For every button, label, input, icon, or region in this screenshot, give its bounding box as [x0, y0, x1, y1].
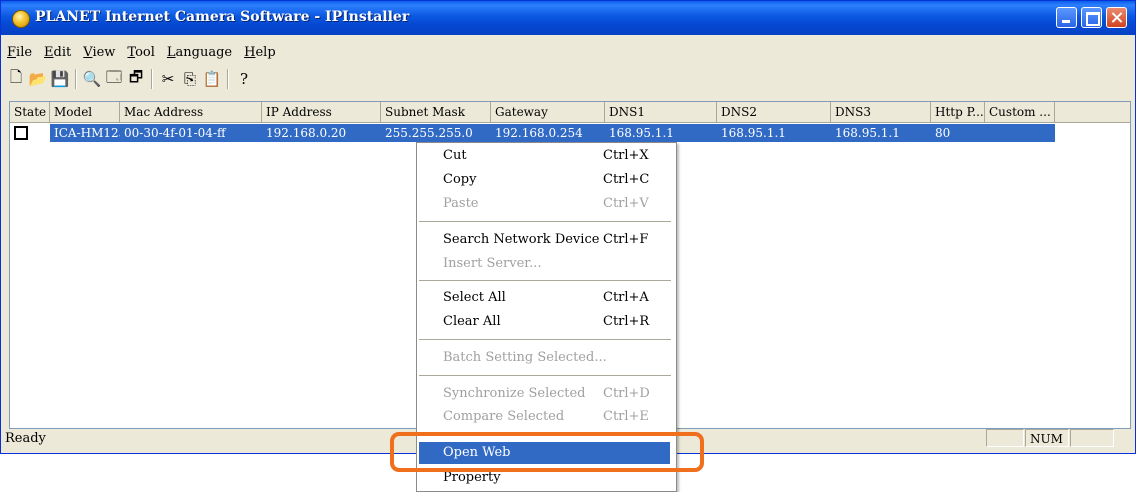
cell-subnet: 255.255.255.0 [381, 124, 491, 142]
cell-ip: 192.168.0.20 [262, 124, 381, 142]
window-title: PLANET Internet Camera Software - IPInst… [35, 9, 410, 25]
state-checkbox[interactable] [14, 126, 28, 140]
menu-item-insert-server[interactable]: Insert Server... [417, 253, 676, 275]
menu-item-clear-all[interactable]: Clear All Ctrl+R [417, 311, 676, 333]
toolbar-separator [227, 69, 229, 89]
column-header-ip[interactable]: IP Address [262, 102, 381, 122]
toolbar: 🗋 📂 💾 🔍 🗔 🗗 ✂ ⎘ 📋 ? [5, 67, 255, 91]
table-row[interactable]: ICA-HM125 00-30-4f-01-04-ff 192.168.0.20… [10, 124, 1055, 142]
menu-separator [419, 339, 671, 340]
remove-server-icon[interactable]: 🗗 [125, 68, 147, 90]
column-header-dns2[interactable]: DNS2 [717, 102, 831, 122]
list-header: State Model Mac Address IP Address Subne… [10, 102, 1130, 123]
menu-file[interactable]: File [1, 43, 38, 63]
menu-edit[interactable]: Edit [38, 43, 77, 63]
open-folder-icon[interactable]: 📂 [27, 68, 49, 90]
copy-icon[interactable]: ⎘ [179, 68, 201, 90]
menu-separator [419, 375, 671, 376]
paste-icon[interactable]: 📋 [201, 68, 223, 90]
save-icon[interactable]: 💾 [49, 68, 71, 90]
menu-help[interactable]: Help [238, 43, 282, 63]
cut-icon[interactable]: ✂ [157, 68, 179, 90]
menu-tool[interactable]: Tool [121, 43, 160, 63]
menu-language[interactable]: Language [161, 43, 238, 63]
insert-server-icon[interactable]: 🗔 [103, 68, 125, 90]
cell-mac: 00-30-4f-01-04-ff [120, 124, 262, 142]
minimize-button[interactable] [1056, 7, 1077, 28]
status-pane-scroll [1070, 429, 1114, 447]
menu-view[interactable]: View [77, 43, 121, 63]
highlight-callout [390, 432, 704, 472]
toolbar-separator [75, 69, 77, 89]
cell-custom [985, 124, 1055, 142]
column-header-custom[interactable]: Custom ... [985, 102, 1055, 122]
status-text: Ready [5, 431, 46, 446]
column-header-gateway[interactable]: Gateway [491, 102, 605, 122]
menu-item-compare-selected[interactable]: Compare Selected Ctrl+E [417, 406, 676, 428]
menu-item-select-all[interactable]: Select All Ctrl+A [417, 287, 676, 309]
cell-http-port: 80 [931, 124, 985, 142]
status-pane-num: NUM [1025, 429, 1069, 447]
search-device-icon[interactable]: 🔍 [81, 68, 103, 90]
menu-item-synchronize-selected[interactable]: Synchronize Selected Ctrl+D [417, 383, 676, 405]
cell-model: ICA-HM125 [50, 124, 120, 142]
menu-separator [419, 280, 671, 281]
status-pane-caps [986, 429, 1024, 447]
maximize-button[interactable] [1081, 7, 1102, 28]
menu-item-cut[interactable]: Cut Ctrl+X [417, 145, 676, 167]
column-header-dns1[interactable]: DNS1 [605, 102, 717, 122]
column-header-dns3[interactable]: DNS3 [831, 102, 931, 122]
menu-item-search-network-device[interactable]: Search Network Device Ctrl+F [417, 229, 676, 251]
cell-dns1: 168.95.1.1 [605, 124, 717, 142]
menu-item-copy[interactable]: Copy Ctrl+C [417, 169, 676, 191]
new-file-icon[interactable]: 🗋 [5, 68, 27, 90]
column-header-http-port[interactable]: Http P... [931, 102, 985, 122]
menu-item-paste[interactable]: Paste Ctrl+V [417, 193, 676, 215]
column-header-subnet[interactable]: Subnet Mask [381, 102, 491, 122]
cell-gateway: 192.168.0.254 [491, 124, 605, 142]
menu-separator [419, 221, 671, 222]
cell-dns2: 168.95.1.1 [717, 124, 831, 142]
menu-item-batch-setting[interactable]: Batch Setting Selected... [417, 347, 676, 369]
close-button[interactable] [1106, 7, 1127, 28]
column-header-mac[interactable]: Mac Address [120, 102, 262, 122]
state-checkbox-cell[interactable] [10, 124, 50, 142]
toolbar-separator [151, 69, 153, 89]
column-header-model[interactable]: Model [50, 102, 120, 122]
title-bar[interactable]: PLANET Internet Camera Software - IPInst… [1, 1, 1135, 35]
column-header-state[interactable]: State [10, 102, 50, 122]
help-icon[interactable]: ? [233, 68, 255, 90]
app-icon [12, 10, 30, 28]
cell-dns3: 168.95.1.1 [831, 124, 931, 142]
menu-bar: File Edit View Tool Language Help [1, 43, 282, 63]
